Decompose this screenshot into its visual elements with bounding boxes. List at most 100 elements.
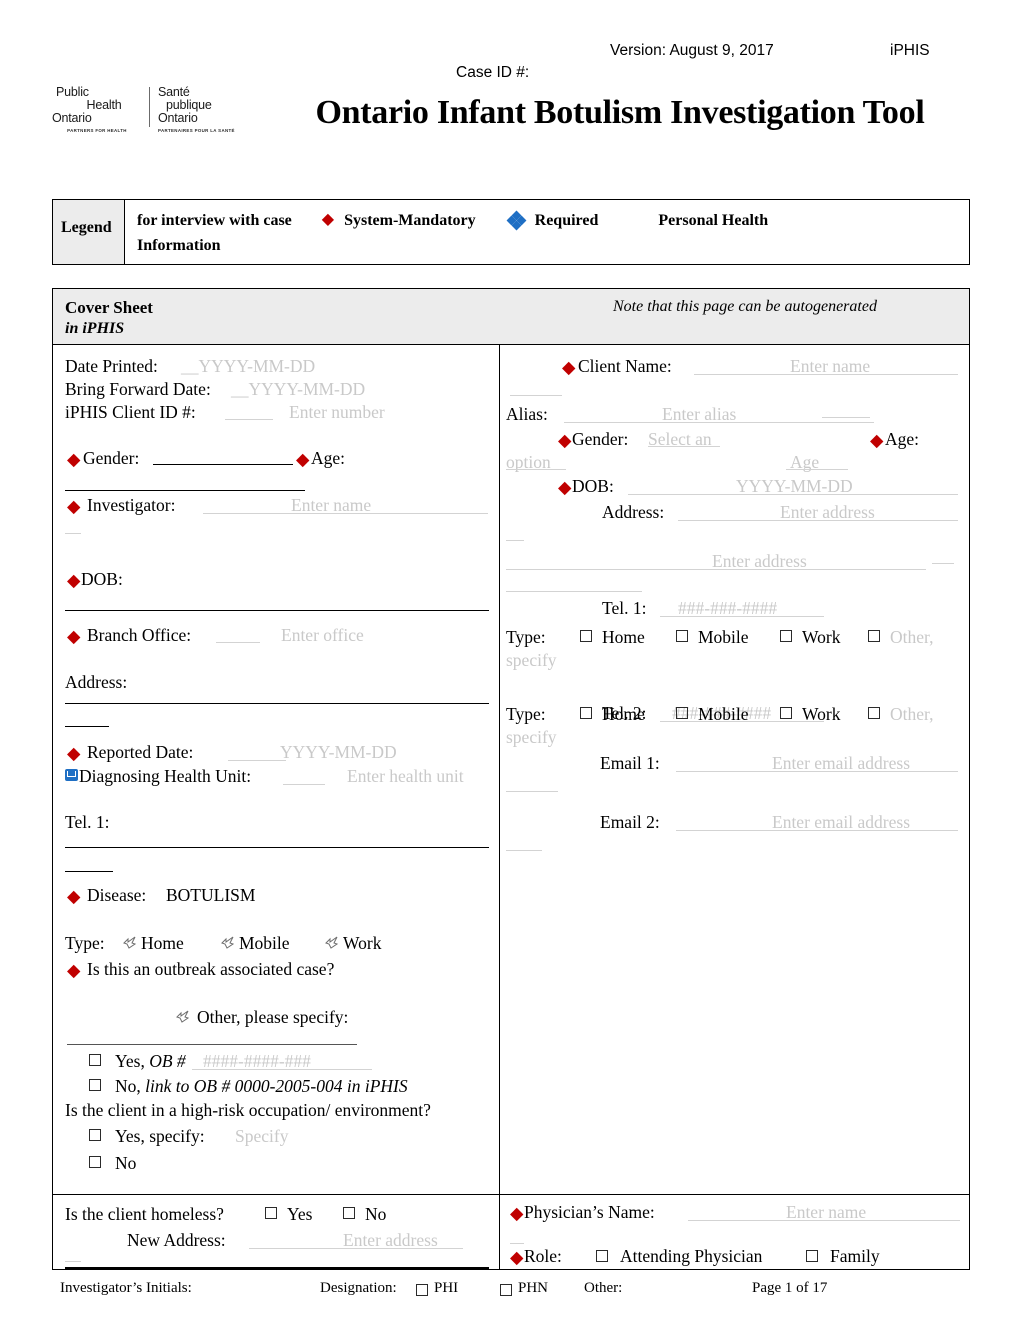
legend-required-text: Required [534,212,599,229]
wingdings-check-icon-work[interactable] [325,936,339,949]
checkbox-high-risk-yes[interactable] [89,1129,101,1141]
page-footer: Investigator’s Initials: Designation: PH… [0,1278,1020,1308]
red-diamond-icon-dob-right: ◆ [558,477,572,497]
branch-office-underline [216,642,260,643]
red-diamond-icon-disease: ◆ [67,886,81,906]
cover-sheet-header-band: Cover Sheet Note that this page can be a… [53,289,969,345]
red-diamond-icon: ◆ [321,211,335,228]
address-wrap-underline-right [506,540,524,541]
email1-value[interactable]: Enter email address [772,752,910,774]
checkbox-outbreak-yes[interactable] [89,1054,101,1066]
cover-sheet-note: Note that this page can be autogenerated [613,298,877,315]
tel1-type-other-label-cont: specify [506,650,557,670]
client-name-value[interactable]: Enter name [790,355,870,377]
wingdings-check-icon-other-specify[interactable] [176,1010,190,1023]
date-printed-value[interactable]: __YYYY-MM-DD [181,355,315,377]
wingdings-check-icon-mobile[interactable] [221,936,235,949]
diagnosing-health-unit-underline [283,784,325,785]
cover-sheet-body-row: Date Printed: __YYYY-MM-DD Bring Forward… [53,345,969,1195]
checkbox-tel1-other[interactable] [868,630,880,642]
email2-wrap-underline [506,850,542,851]
tel1-type-mobile-label: Mobile [698,627,749,647]
investigator-value[interactable]: Enter name [291,494,371,516]
address-label-left: Address: [65,672,128,692]
red-diamond-icon-reported: ◆ [67,743,81,763]
logo-english: Public Health Ontario PARTNERS FOR HEALT… [52,86,148,138]
type-home-label-left: Home [141,933,184,953]
outbreak-yes-label: Yes, OB # [115,1050,186,1072]
checkbox-tel1-home[interactable] [580,630,592,642]
address-input-line-2[interactable] [65,726,109,727]
blue-required-glyph-icon [65,769,78,781]
outbreak-no-label: No, link to OB # 0000-2005-004 in iPHIS [115,1075,408,1097]
gender-label-right: Gender: [572,429,629,449]
tel1-label-right: Tel. 1: [602,598,647,618]
age-label: Age: [311,448,346,468]
address-value-right-1[interactable]: Enter address [780,501,875,523]
checkbox-tel2-home[interactable] [580,707,592,719]
email2-value[interactable]: Enter email address [772,811,910,833]
bring-forward-date-value[interactable]: __YYYY-MM-DD [231,378,365,400]
high-risk-question: Is the client in a high-risk occupation/… [65,1100,431,1120]
red-diamond-icon-age: ◆ [296,449,310,469]
address-input-line-1[interactable] [65,703,489,704]
left-column: Date Printed: __YYYY-MM-DD Bring Forward… [53,345,500,1194]
checkbox-designation-phi[interactable] [416,1284,428,1296]
age-label-right: Age: [885,429,920,449]
new-address-value[interactable]: Enter address [343,1229,438,1251]
outbreak-yes-value[interactable]: ####-####-### [203,1050,311,1072]
gender-label: Gender: [83,448,140,468]
wingdings-check-icon-home[interactable] [123,936,137,949]
tel2-type-label: Type: [506,704,546,724]
red-diamond-icon-branch: ◆ [67,626,81,646]
address-underline-right-3 [506,591,642,592]
reported-date-value[interactable]: YYYY-MM-DD [280,741,397,763]
reported-date-underline [228,760,286,761]
checkbox-role-family[interactable] [806,1250,818,1262]
gender-input-line[interactable] [153,464,293,465]
diagnosing-health-unit-value[interactable]: Enter health unit [347,765,464,787]
outbreak-yes-text: Yes, [115,1051,145,1071]
alias-wrap-underline [822,417,870,418]
footer-other-label: Other: [584,1280,623,1296]
cover-sheet-bottom-row: Is the client homeless? Yes No New Addre… [53,1195,969,1269]
high-risk-yes-label: Yes, specify: [115,1126,205,1146]
tel1-label-left: Tel. 1: [65,812,110,832]
legend-body: for interview with case ◆ System-Mandato… [125,200,969,264]
cover-sheet-title: Cover Sheet [65,298,153,317]
dob-input-line[interactable] [65,610,489,611]
iphis-client-id-value[interactable]: Enter number [289,401,385,423]
checkbox-tel2-mobile[interactable] [676,707,688,719]
logo-en-line2: Health [86,97,122,112]
tel1-input-line-left[interactable] [65,847,489,848]
version-text: Version: August 9, 2017 [610,42,774,59]
physician-name-value[interactable]: Enter name [786,1201,866,1223]
checkbox-role-attending[interactable] [596,1250,608,1262]
outbreak-no-link-text: link to OB # 0000-2005-004 in iPHIS [145,1076,408,1096]
dob-value-right[interactable]: YYYY-MM-DD [736,475,853,497]
age-input-line[interactable] [65,490,305,491]
high-risk-yes-value[interactable]: Specify [235,1125,288,1147]
outbreak-no-text: No, [115,1076,141,1096]
checkbox-outbreak-no[interactable] [89,1079,101,1091]
checkbox-tel2-other[interactable] [868,707,880,719]
alias-value[interactable]: Enter alias [662,403,736,425]
gender-value-line1[interactable]: Select an [648,428,712,450]
checkbox-designation-phn[interactable] [500,1284,512,1296]
legend-row-1: for interview with case ◆ System-Mandato… [137,208,969,233]
tel1-input-line-left-2[interactable] [65,871,113,872]
role-label: Role: [524,1246,562,1266]
other-specify-input-line[interactable] [67,1044,357,1045]
tel1-value-right[interactable]: ###-###-#### [678,597,777,619]
tel2-type-mobile-label: Mobile [698,704,749,724]
checkbox-high-risk-no[interactable] [89,1156,101,1168]
checkbox-homeless-yes[interactable] [265,1207,277,1219]
logo-french: Santé publique Ontario PARTENAIRES POUR … [148,86,248,138]
dob-label-right: DOB: [572,476,614,496]
checkbox-homeless-no[interactable] [343,1207,355,1219]
tel2-type-work-label: Work [802,704,841,724]
checkbox-tel2-work[interactable] [780,707,792,719]
checkbox-tel1-mobile[interactable] [676,630,688,642]
checkbox-tel1-work[interactable] [780,630,792,642]
branch-office-value[interactable]: Enter office [281,624,364,646]
